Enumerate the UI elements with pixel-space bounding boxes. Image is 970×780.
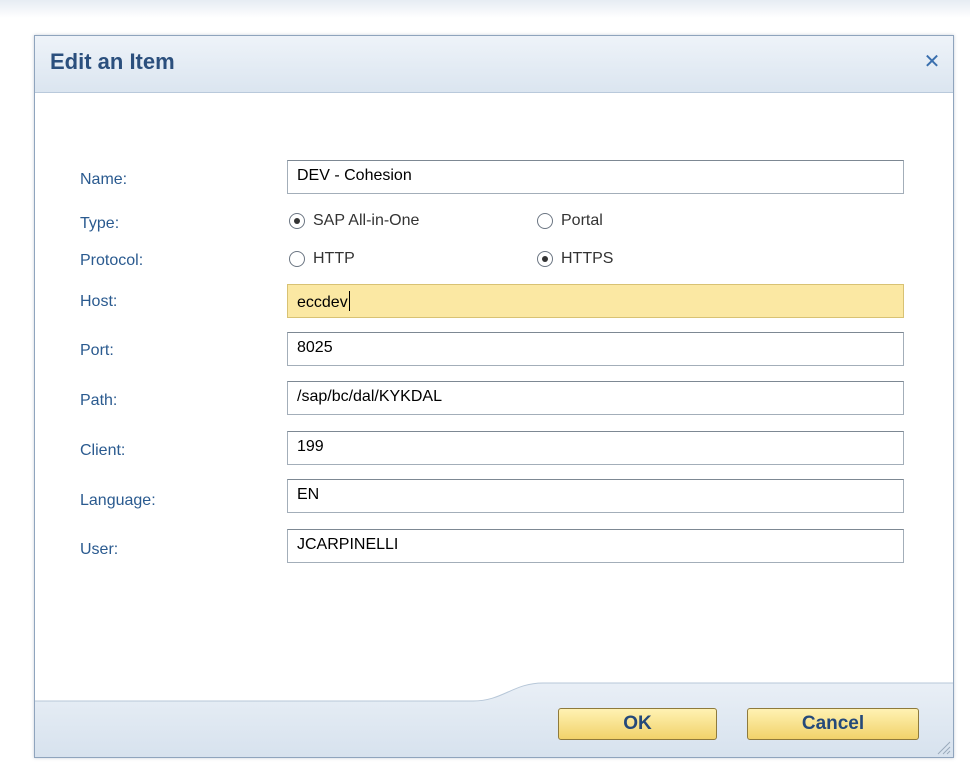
dialog-title: Edit an Item	[50, 49, 175, 74]
user-field[interactable]: JCARPINELLI	[287, 529, 904, 563]
client-field[interactable]: 199	[287, 431, 904, 465]
dialog-title-bar[interactable]: Edit an Item ✕	[35, 36, 953, 93]
user-label: User:	[80, 541, 119, 558]
path-label: Path:	[80, 392, 118, 409]
language-field[interactable]: EN	[287, 479, 904, 513]
cancel-button[interactable]: Cancel	[747, 708, 919, 740]
port-field-value: 8025	[297, 339, 333, 356]
type-option-label: Portal	[561, 212, 603, 229]
radio-checked-icon[interactable]	[289, 213, 305, 229]
host-field-value: eccdev	[297, 294, 348, 311]
close-icon[interactable]: ✕	[921, 50, 943, 72]
radio-unchecked-icon[interactable]	[289, 251, 305, 267]
path-field[interactable]: /sap/bc/dal/KYKDAL	[287, 381, 904, 415]
client-field-value: 199	[297, 438, 324, 455]
radio-unchecked-icon[interactable]	[537, 213, 553, 229]
host-label: Host:	[80, 293, 118, 310]
language-field-value: EN	[297, 486, 320, 503]
port-label: Port:	[80, 342, 114, 359]
protocol-option-label: HTTPS	[561, 250, 614, 267]
user-field-value: JCARPINELLI	[297, 536, 399, 553]
backdrop-top-gradient	[0, 0, 970, 18]
resize-grip-icon[interactable]	[935, 739, 951, 755]
name-field[interactable]: DEV - Cohesion	[287, 160, 904, 194]
type-label: Type:	[80, 215, 120, 232]
name-field-value: DEV - Cohesion	[297, 167, 412, 184]
protocol-option-label: HTTP	[313, 250, 355, 267]
path-field-value: /sap/bc/dal/KYKDAL	[297, 388, 442, 405]
language-label: Language:	[80, 492, 156, 509]
type-option-label: SAP All-in-One	[313, 212, 420, 229]
host-field[interactable]: eccdev	[287, 284, 904, 318]
client-label: Client:	[80, 442, 126, 459]
edit-item-dialog: Edit an Item ✕ Name: DEV - Cohesion Type…	[34, 35, 954, 758]
text-caret	[348, 291, 350, 311]
protocol-label: Protocol:	[80, 252, 144, 269]
radio-checked-icon[interactable]	[537, 251, 553, 267]
ok-button[interactable]: OK	[558, 708, 717, 740]
port-field[interactable]: 8025	[287, 332, 904, 366]
name-label: Name:	[80, 171, 128, 188]
